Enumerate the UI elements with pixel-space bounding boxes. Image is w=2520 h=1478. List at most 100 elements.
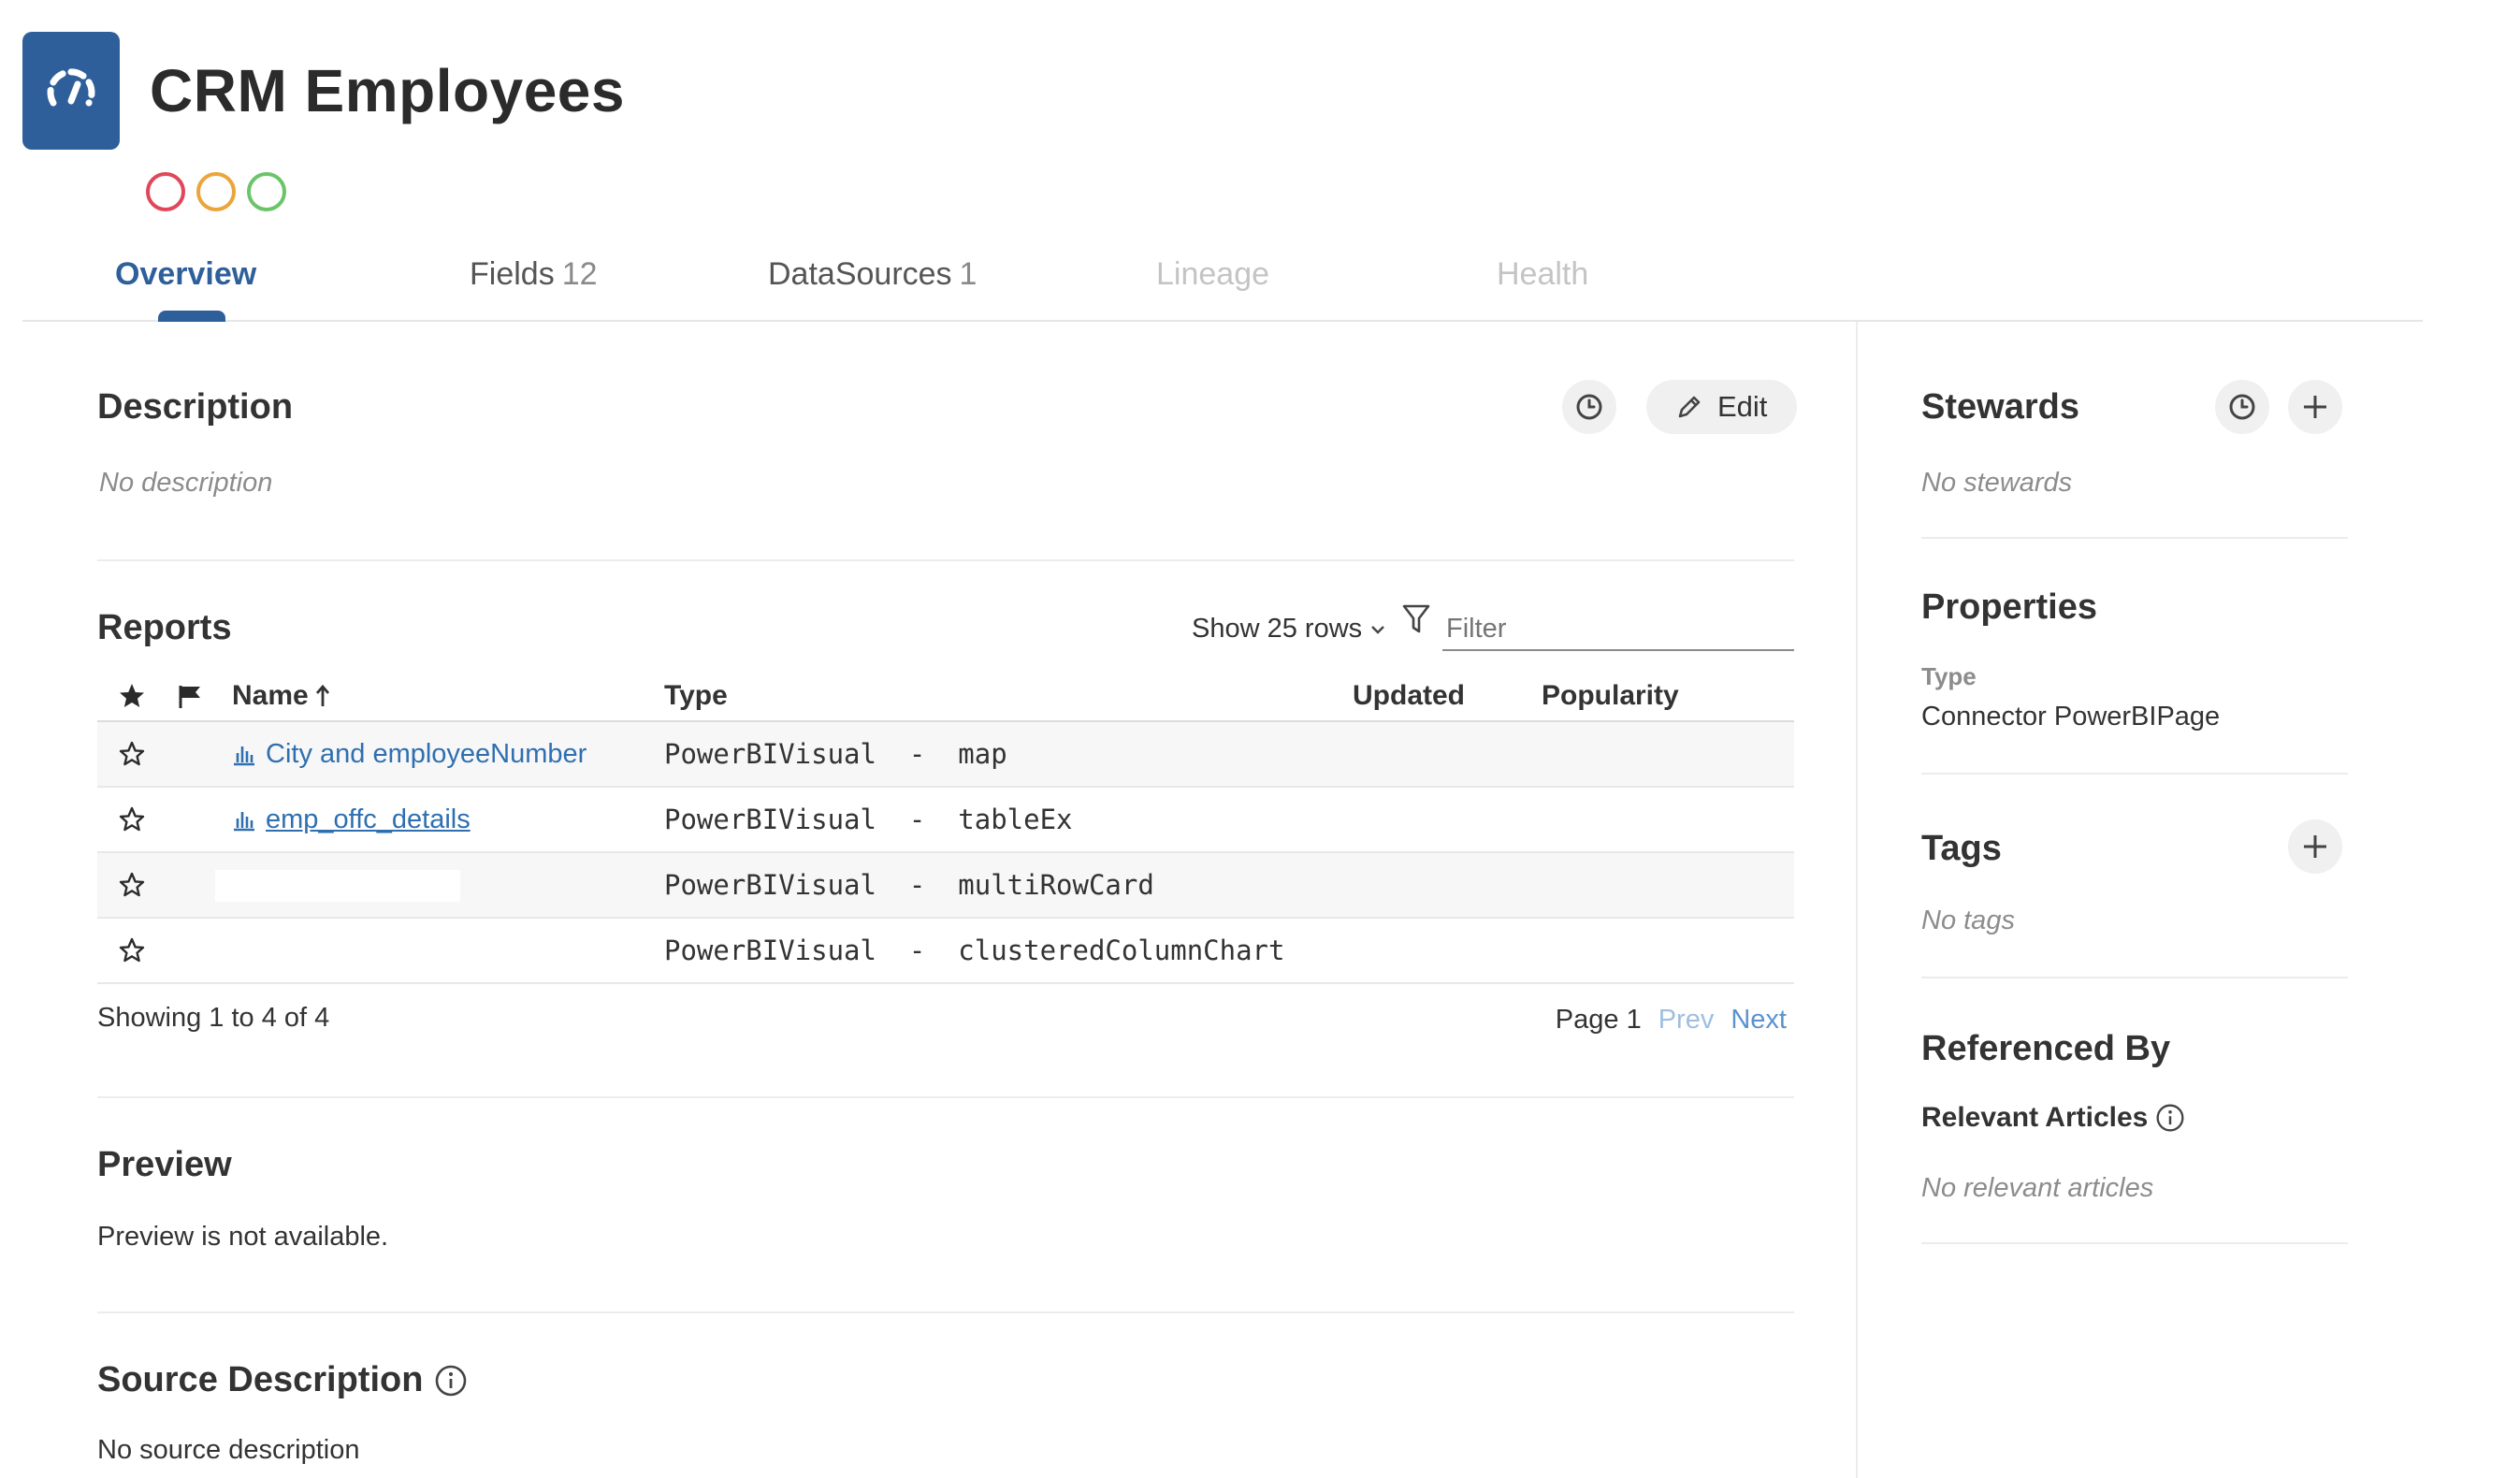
- showing-count: Showing 1 to 4 of 4: [97, 1003, 330, 1033]
- description-divider: [97, 559, 1794, 561]
- no-relevant-articles-text: No relevant articles: [1921, 1173, 2154, 1203]
- plus-icon: [2304, 396, 2326, 418]
- plus-icon: [2304, 835, 2326, 858]
- status-indicators: [146, 172, 286, 211]
- gauge-icon: [47, 68, 95, 107]
- app-icon: [22, 32, 120, 150]
- pagination: Page 1 Prev Next: [1556, 1005, 1787, 1036]
- flag-icon[interactable]: [176, 682, 204, 710]
- filter-icon: [1402, 604, 1430, 633]
- edit-description-button[interactable]: Edit: [1646, 380, 1798, 434]
- name-placeholder: [215, 870, 460, 902]
- source-description-header: Source Description: [97, 1360, 468, 1400]
- column-name-label: Name: [232, 680, 309, 711]
- preview-divider: [97, 1311, 1794, 1313]
- report-type: PowerBIVisual - tableEx: [664, 804, 1073, 835]
- star-outline-icon[interactable]: [118, 740, 146, 768]
- tags-title: Tags: [1921, 829, 2002, 868]
- tab-datasources[interactable]: DataSources 1: [768, 256, 977, 293]
- tab-health: Health: [1497, 256, 1588, 293]
- clock-icon: [2229, 394, 2255, 420]
- pencil-icon: [1678, 396, 1701, 418]
- property-type-label: Type: [1921, 662, 1977, 690]
- prev-page-button[interactable]: Prev: [1658, 1005, 1715, 1036]
- source-description-text: No source description: [97, 1435, 360, 1465]
- bar-chart-icon: [234, 746, 254, 766]
- report-link[interactable]: City and employeeNumber: [232, 739, 587, 770]
- no-tags-text: No tags: [1921, 906, 2015, 935]
- reports-divider: [97, 1096, 1794, 1098]
- tab-health-label: Health: [1497, 256, 1589, 292]
- bar-chart-icon: [234, 812, 254, 832]
- report-type: PowerBIVisual - map: [664, 738, 1007, 770]
- no-stewards-text: No stewards: [1921, 468, 2073, 498]
- star-outline-icon[interactable]: [118, 936, 146, 964]
- report-name: emp_offc_details: [266, 804, 471, 834]
- star-outline-icon[interactable]: [118, 871, 146, 899]
- tags-divider: [1921, 977, 2348, 978]
- table-row[interactable]: PowerBIVisual - clusteredColumnChart: [97, 919, 1794, 984]
- page-number: Page 1: [1555, 1005, 1642, 1035]
- add-tag-button[interactable]: [2288, 819, 2342, 874]
- clock-icon: [1576, 394, 1602, 420]
- report-link[interactable]: emp_offc_details: [232, 804, 471, 835]
- tab-datasources-label: DataSources: [768, 256, 952, 292]
- report-type: PowerBIVisual - multiRowCard: [664, 869, 1154, 901]
- properties-title: Properties: [1921, 587, 2097, 627]
- tab-lineage-label: Lineage: [1156, 256, 1270, 292]
- column-popularity-header[interactable]: Popularity: [1542, 680, 1679, 712]
- tab-datasources-count: 1: [959, 256, 978, 292]
- edit-button-label: Edit: [1717, 390, 1768, 423]
- info-icon[interactable]: [434, 1364, 468, 1398]
- report-name: City and employeeNumber: [266, 738, 587, 769]
- column-name-header[interactable]: Name: [232, 680, 331, 712]
- tab-fields-label: Fields: [470, 256, 555, 292]
- show-rows-label: Show 25 rows: [1192, 614, 1363, 644]
- chevron-down-icon: [1371, 625, 1385, 634]
- stewards-history-button[interactable]: [2215, 380, 2269, 434]
- sort-ascending-icon: [315, 684, 329, 706]
- next-page-button[interactable]: Next: [1731, 1005, 1787, 1036]
- red-status-circle[interactable]: [146, 172, 185, 211]
- page-title: CRM Employees: [150, 57, 625, 124]
- reports-title: Reports: [97, 608, 232, 647]
- preview-text: Preview is not available.: [97, 1222, 389, 1252]
- table-row[interactable]: City and employeeNumber PowerBIVisual - …: [97, 722, 1794, 788]
- reports-table: Name Type Updated Popularity City and em…: [97, 672, 1794, 984]
- add-steward-button[interactable]: [2288, 380, 2342, 434]
- active-tab-indicator: [158, 311, 225, 322]
- stewards-title: Stewards: [1921, 387, 2079, 427]
- filter-input[interactable]: [1442, 608, 1794, 651]
- tab-fields-count: 12: [561, 256, 598, 292]
- description-section: Description Edit No description: [97, 322, 1798, 561]
- description-title: Description: [97, 387, 294, 427]
- tab-fields[interactable]: Fields 12: [470, 256, 598, 293]
- tab-lineage: Lineage: [1156, 256, 1269, 293]
- no-description-text: No description: [99, 468, 273, 498]
- properties-divider: [1921, 773, 2348, 775]
- table-row[interactable]: emp_offc_details PowerBIVisual - tableEx: [97, 788, 1794, 853]
- tab-overview-label: Overview: [115, 256, 257, 292]
- relevant-articles-header: Relevant Articles: [1921, 1102, 2185, 1134]
- green-status-circle[interactable]: [247, 172, 286, 211]
- star-outline-icon[interactable]: [118, 805, 146, 833]
- column-type-header[interactable]: Type: [664, 680, 728, 712]
- tab-overview[interactable]: Overview: [115, 256, 256, 293]
- column-updated-header[interactable]: Updated: [1353, 680, 1465, 712]
- description-history-button[interactable]: [1562, 380, 1616, 434]
- referenced-by-title: Referenced By: [1921, 1029, 2171, 1068]
- star-filled-icon[interactable]: [118, 682, 146, 710]
- preview-title: Preview: [97, 1145, 232, 1184]
- tab-bar: Overview Fields 12 DataSources 1 Lineage H…: [22, 239, 2423, 322]
- table-header: Name Type Updated Popularity: [97, 672, 1794, 722]
- show-rows-select[interactable]: Show 25 rows: [1192, 614, 1386, 645]
- info-icon[interactable]: [2155, 1103, 2185, 1133]
- sidebar-divider: [1856, 322, 1858, 1478]
- report-type: PowerBIVisual - clusteredColumnChart: [664, 935, 1285, 966]
- table-row[interactable]: PowerBIVisual - multiRowCard: [97, 853, 1794, 919]
- relevant-articles-label: Relevant Articles: [1921, 1102, 2149, 1133]
- stewards-divider: [1921, 537, 2348, 539]
- orange-status-circle[interactable]: [196, 172, 236, 211]
- property-type-value: Connector PowerBIPage: [1921, 702, 2221, 732]
- source-description-title: Source Description: [97, 1360, 424, 1399]
